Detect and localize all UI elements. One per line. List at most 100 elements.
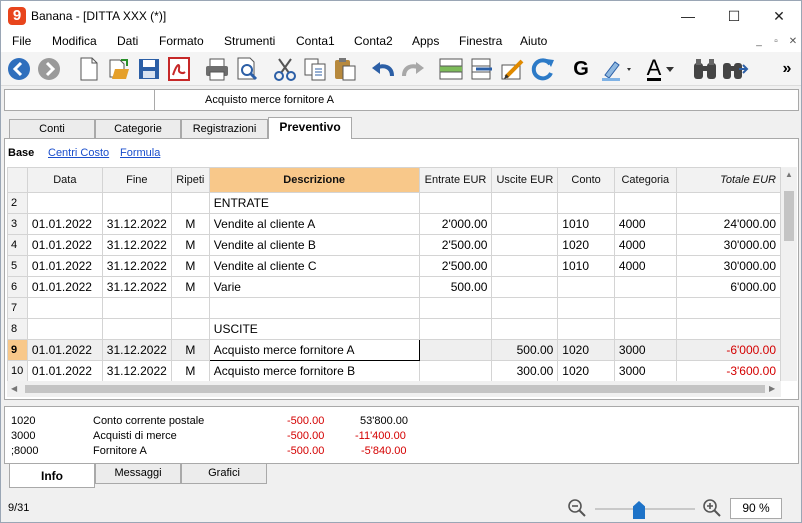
table-row[interactable]: 10 01.01.2022 31.12.2022 M Acquisto merce fo…: [7, 360, 781, 381]
mdi-restore-button[interactable]: ▫: [768, 35, 784, 49]
menu-apps[interactable]: Apps: [412, 34, 439, 48]
delete-rows-button[interactable]: [467, 55, 495, 83]
cell-uscite[interactable]: [491, 255, 559, 277]
cell-conto[interactable]: 1010: [557, 213, 615, 235]
cell-categoria[interactable]: 3000: [613, 360, 677, 381]
zoom-slider-thumb[interactable]: [633, 501, 645, 519]
cell-data[interactable]: 01.01.2022: [26, 276, 103, 298]
cell-descrizione[interactable]: USCITE: [208, 318, 420, 340]
print-button[interactable]: [203, 55, 231, 83]
cell-categoria[interactable]: [613, 318, 677, 340]
cell-conto[interactable]: 1020: [557, 360, 615, 381]
cell-ripeti[interactable]: [170, 318, 210, 340]
table-row[interactable]: 4 01.01.2022 31.12.2022 M Vendite al cliente…: [7, 234, 781, 256]
cell-entrate[interactable]: [418, 192, 493, 214]
tab-preventivo[interactable]: Preventivo: [268, 117, 352, 139]
tab-messaggi[interactable]: Messaggi: [95, 464, 181, 484]
cell-categoria[interactable]: [613, 276, 677, 298]
open-folder-button[interactable]: [105, 55, 133, 83]
cell-data[interactable]: 01.01.2022: [26, 339, 103, 361]
cell-uscite[interactable]: 300.00: [491, 360, 559, 381]
cell-uscite[interactable]: [491, 276, 559, 298]
cell-entrate[interactable]: 2'500.00: [418, 234, 493, 256]
menu-conta1[interactable]: Conta1: [296, 34, 335, 48]
column-header-categoria[interactable]: Categoria: [613, 167, 677, 193]
menu-file[interactable]: File: [12, 34, 31, 48]
zoom-slider[interactable]: [595, 508, 695, 510]
cell-totale[interactable]: [675, 192, 781, 214]
cell-entrate[interactable]: 2'000.00: [418, 213, 493, 235]
cell-entrate[interactable]: [418, 318, 493, 340]
cell-ripeti[interactable]: M: [170, 234, 210, 256]
zoom-in-icon[interactable]: [703, 499, 721, 517]
cell-ripeti[interactable]: [170, 297, 210, 319]
cell-data[interactable]: [26, 297, 103, 319]
cell-reference-field[interactable]: [5, 90, 155, 110]
cut-button[interactable]: [271, 55, 299, 83]
budget-grid[interactable]: Data Fine Ripeti Descrizione Entrate EUR…: [7, 167, 781, 381]
cell-data[interactable]: [26, 318, 103, 340]
cell-descrizione[interactable]: Varie: [208, 276, 420, 298]
cell-fine[interactable]: 31.12.2022: [101, 255, 172, 277]
cell-conto[interactable]: [557, 297, 615, 319]
cell-entrate[interactable]: [418, 297, 493, 319]
cell-fine[interactable]: 31.12.2022: [101, 234, 172, 256]
cell-entrate[interactable]: [418, 360, 493, 381]
find-button[interactable]: [691, 55, 719, 83]
pdf-button[interactable]: [165, 55, 193, 83]
cell-categoria[interactable]: [613, 192, 677, 214]
cell-uscite[interactable]: [491, 297, 559, 319]
cell-descrizione[interactable]: Acquisto merce fornitore A: [208, 339, 420, 361]
cell-entrate[interactable]: 500.00: [418, 276, 493, 298]
column-header-conto[interactable]: Conto: [557, 167, 615, 193]
horizontal-scroll-thumb[interactable]: [25, 385, 765, 393]
cell-conto[interactable]: 1010: [557, 255, 615, 277]
cell-data[interactable]: 01.01.2022: [26, 255, 103, 277]
scroll-left-icon[interactable]: ◀: [11, 384, 17, 393]
tab-info[interactable]: Info: [9, 464, 95, 488]
cell-ripeti[interactable]: M: [170, 255, 210, 277]
cell-data[interactable]: 01.01.2022: [26, 234, 103, 256]
maximize-button[interactable]: ☐: [711, 1, 757, 32]
tab-categorie[interactable]: Categorie: [95, 119, 181, 139]
undo-button[interactable]: [369, 55, 397, 83]
column-header-data[interactable]: Data: [26, 167, 103, 193]
new-file-button[interactable]: [75, 55, 103, 83]
table-row[interactable]: 8 USCITE: [7, 318, 781, 340]
cell-totale[interactable]: -6'000.00: [675, 339, 781, 361]
cell-categoria[interactable]: 4000: [613, 234, 677, 256]
cell-categoria[interactable]: 3000: [613, 339, 677, 361]
cell-ripeti[interactable]: M: [170, 213, 210, 235]
cell-content-field[interactable]: Acquisto merce fornitore A: [205, 94, 334, 106]
view-formula[interactable]: Formula: [120, 147, 160, 159]
table-row[interactable]: 2 ENTRATE: [7, 192, 781, 214]
cell-conto[interactable]: [557, 192, 615, 214]
cell-uscite[interactable]: [491, 318, 559, 340]
tab-grafici[interactable]: Grafici: [181, 464, 267, 484]
cell-uscite[interactable]: 500.00: [491, 339, 559, 361]
scroll-right-icon[interactable]: ▶: [769, 384, 775, 393]
menu-finestra[interactable]: Finestra: [459, 34, 502, 48]
cell-data[interactable]: 01.01.2022: [26, 213, 103, 235]
cell-data[interactable]: [26, 192, 103, 214]
column-header-entrate[interactable]: Entrate EUR: [418, 167, 493, 193]
cell-descrizione[interactable]: ENTRATE: [208, 192, 420, 214]
cell-totale[interactable]: 24'000.00: [675, 213, 781, 235]
cell-categoria[interactable]: 4000: [613, 255, 677, 277]
cell-entrate[interactable]: [418, 339, 493, 361]
cell-fine[interactable]: 31.12.2022: [101, 339, 172, 361]
copy-button[interactable]: [301, 55, 329, 83]
zoom-level-field[interactable]: 90 %: [730, 498, 782, 519]
view-base[interactable]: Base: [8, 147, 34, 159]
menu-formato[interactable]: Formato: [159, 34, 204, 48]
print-preview-button[interactable]: [233, 55, 261, 83]
cell-fine[interactable]: [101, 318, 172, 340]
vertical-scrollbar[interactable]: ▲: [781, 167, 797, 381]
cell-descrizione[interactable]: Vendite al cliente C: [208, 255, 420, 277]
minimize-button[interactable]: —: [665, 1, 711, 32]
cell-fine[interactable]: 31.12.2022: [101, 213, 172, 235]
cell-descrizione[interactable]: [208, 297, 420, 319]
menu-conta2[interactable]: Conta2: [354, 34, 393, 48]
table-row[interactable]: 7: [7, 297, 781, 319]
forward-button[interactable]: [35, 55, 63, 83]
